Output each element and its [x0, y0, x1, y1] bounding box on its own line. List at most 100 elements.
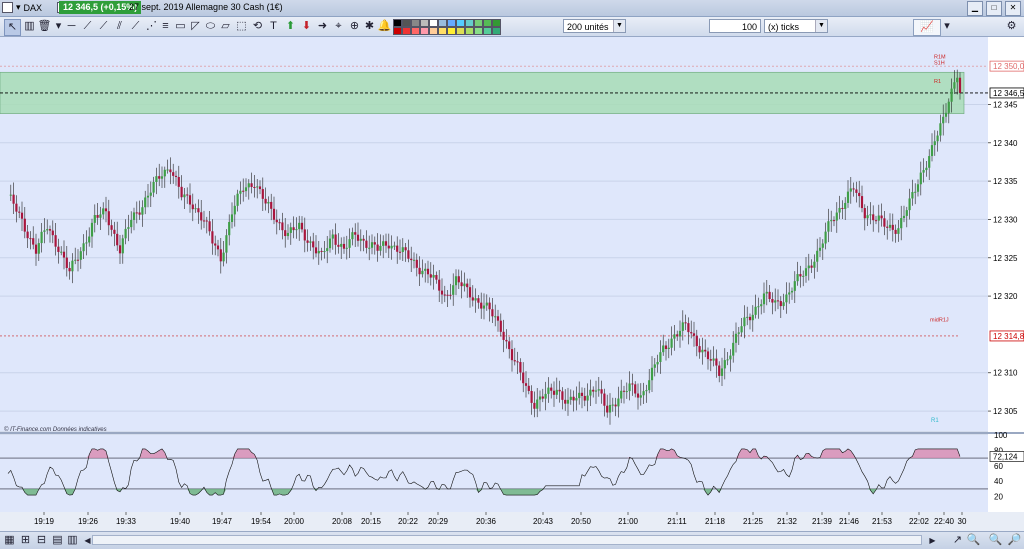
- layout-icon[interactable]: ⊟: [34, 533, 49, 548]
- candle: [250, 183, 253, 187]
- zoom-out-icon[interactable]: 🔍: [988, 533, 1003, 548]
- candle: [564, 399, 567, 404]
- candle: [432, 274, 435, 278]
- candle: [928, 156, 931, 168]
- zoom-reset-icon[interactable]: 🔎: [1007, 533, 1022, 548]
- candle: [180, 186, 183, 198]
- candle: [267, 201, 270, 204]
- candle: [222, 252, 225, 262]
- price-axis-label: 12 340: [993, 139, 1018, 148]
- candle: [594, 390, 598, 392]
- candle: [813, 261, 816, 268]
- candle: [799, 274, 802, 277]
- candle: [807, 265, 810, 269]
- candle: [284, 230, 287, 237]
- candle: [23, 218, 26, 232]
- candle: [631, 383, 634, 385]
- price-axis-label: 12 325: [993, 254, 1018, 263]
- candle: [751, 314, 754, 321]
- candle: [289, 227, 292, 233]
- candle: [477, 298, 480, 303]
- candle: [365, 240, 368, 248]
- candle: [499, 320, 502, 332]
- candle: [12, 194, 15, 204]
- price-axis-label: 12 310: [993, 369, 1018, 378]
- candle: [816, 250, 819, 262]
- candle: [771, 299, 774, 303]
- candle: [793, 281, 796, 291]
- candle: [684, 322, 687, 324]
- scroll-right-icon[interactable]: ▶: [925, 533, 940, 548]
- candle: [701, 349, 704, 353]
- candle: [85, 242, 88, 244]
- layout-icon[interactable]: ⊞: [18, 533, 33, 548]
- price-axis-label: 12 335: [993, 177, 1018, 186]
- candle: [583, 395, 586, 401]
- candle: [393, 245, 396, 247]
- candle: [706, 351, 710, 360]
- horizontal-scrollbar[interactable]: [92, 535, 922, 545]
- price-badge-label: 12 346,5: [993, 89, 1024, 98]
- candle: [435, 274, 438, 280]
- time-axis-label: 20:22: [398, 517, 419, 526]
- layout-icon[interactable]: ▥: [65, 533, 80, 548]
- candle: [530, 390, 533, 403]
- autoscale-icon[interactable]: ↗: [950, 533, 965, 548]
- candle: [239, 190, 242, 194]
- candle: [600, 389, 603, 394]
- candle: [905, 210, 908, 216]
- candle: [104, 208, 108, 212]
- candle: [68, 267, 71, 272]
- candle: [300, 222, 304, 230]
- candle: [678, 330, 682, 337]
- candle: [247, 183, 250, 188]
- candle: [516, 361, 519, 363]
- candle: [522, 372, 525, 384]
- price-chart[interactable]: R1MS1H R1 midR1J 12 345 12 340 12 335 12 330 12…: [0, 0, 1024, 548]
- candle: [810, 265, 813, 268]
- candle: [715, 358, 718, 366]
- candle: [768, 291, 771, 300]
- candle: [606, 405, 609, 413]
- candle: [256, 186, 259, 188]
- candle: [233, 205, 236, 215]
- candle: [214, 243, 217, 246]
- candle: [902, 215, 906, 219]
- oscillator-axis-label: 40: [994, 477, 1003, 486]
- zoom-in-icon[interactable]: 🔍: [966, 533, 981, 548]
- candle: [603, 393, 606, 406]
- candle: [897, 228, 900, 234]
- time-axis-label: 21:46: [839, 517, 860, 526]
- candle: [429, 274, 432, 278]
- candle: [614, 404, 617, 407]
- candle: [510, 349, 514, 361]
- candle: [821, 243, 824, 248]
- candle: [160, 176, 164, 179]
- candle: [505, 339, 508, 342]
- candle: [550, 387, 553, 391]
- layout-icon[interactable]: ▤: [50, 533, 65, 548]
- candle: [818, 247, 822, 251]
- candle: [317, 250, 320, 254]
- candle: [65, 257, 68, 268]
- candle: [858, 192, 861, 197]
- candle: [424, 268, 427, 271]
- candle: [340, 243, 343, 247]
- candle: [132, 212, 136, 220]
- price-badge-label: 12 314,8: [993, 332, 1024, 341]
- candle: [698, 346, 701, 353]
- candle: [695, 335, 698, 347]
- candle: [538, 396, 542, 400]
- candle: [827, 221, 830, 232]
- candle: [264, 198, 267, 204]
- candle: [200, 212, 203, 221]
- candle: [76, 259, 80, 261]
- candle: [734, 333, 738, 343]
- candle: [645, 390, 648, 392]
- candle: [412, 259, 416, 261]
- grid-icon[interactable]: ▦: [2, 533, 17, 548]
- candle: [914, 191, 917, 193]
- candle: [947, 101, 950, 113]
- candle: [496, 316, 500, 321]
- candle: [354, 232, 357, 235]
